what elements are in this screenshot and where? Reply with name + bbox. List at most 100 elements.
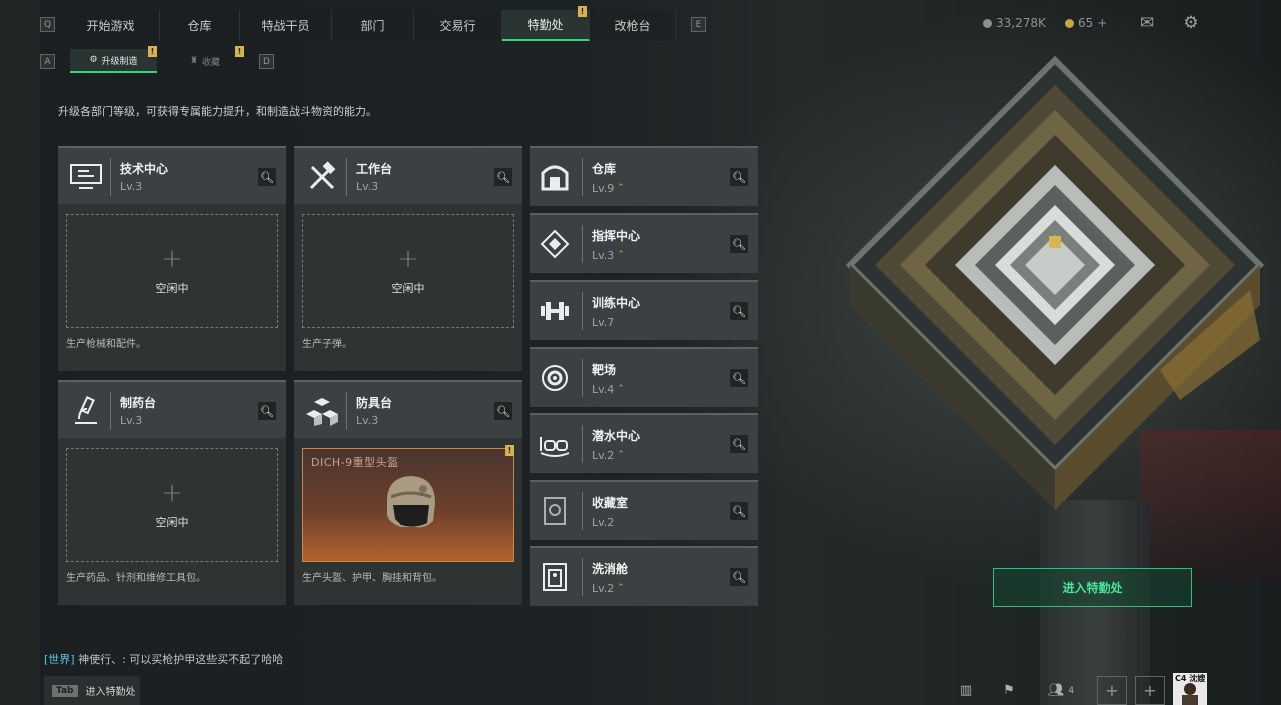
chat-text: 神使行、: 可以买枪护甲这些买不起了哈哈 xyxy=(78,653,284,666)
tech-center-icon xyxy=(67,159,105,195)
add-icon: + xyxy=(161,244,183,274)
next-subtab-key-hint[interactable]: D xyxy=(259,54,274,69)
divider xyxy=(110,158,111,196)
command-center-icon xyxy=(537,225,573,263)
stats-chart-icon[interactable]: ▥ xyxy=(955,676,977,705)
next-tab-key-hint[interactable]: E xyxy=(691,17,706,32)
tab-label: 开始游戏 xyxy=(86,19,135,33)
tab-start-game[interactable]: 开始游戏 xyxy=(62,10,160,41)
production-slot[interactable]: + 空闲中 xyxy=(66,214,278,328)
tab-shortcut-label: 进入特勤处 xyxy=(85,687,136,698)
facility-row-decontamination[interactable]: 洗消舱 Lv.2 ⌃ 🔍︎ xyxy=(530,546,758,606)
facility-card-pharmacy[interactable]: 制药台 Lv.3 🔍︎ + 空闲中 生产药品、针剂和维修工具包。 xyxy=(58,380,286,605)
facility-card-armor-bench[interactable]: 防具台 Lv.3 🔍︎ DICH-9重型头盔 ! 生产头盔、护甲、胸挂和背包。 xyxy=(294,380,522,605)
pharmacy-icon xyxy=(67,393,105,429)
facility-card-header: 防具台 Lv.3 🔍︎ xyxy=(294,380,522,438)
divider xyxy=(582,359,583,397)
facility-level: Lv.4 ⌃ xyxy=(592,383,625,396)
search-icon[interactable]: 🔍︎ xyxy=(494,168,512,186)
add-icon: + xyxy=(161,478,183,508)
party-members-button[interactable]: 👥︎ 4 xyxy=(1044,676,1078,705)
facility-row-training-center[interactable]: 训练中心 Lv.7 🔍︎ xyxy=(530,280,758,340)
subtab-upgrade-craft[interactable]: ⚙ 升级制造 ! xyxy=(70,46,157,73)
alert-badge: ! xyxy=(505,445,514,456)
tab-trading[interactable]: 交易行 xyxy=(414,10,502,41)
facility-row-warehouse[interactable]: 仓库 Lv.9 ⌃ 🔍︎ xyxy=(530,146,758,206)
search-icon[interactable]: 🔍︎ xyxy=(730,435,748,453)
facility-row-shooting-range[interactable]: 靶场 Lv.4 ⌃ 🔍︎ xyxy=(530,347,758,407)
facility-name: 防具台 xyxy=(356,396,393,410)
add-premium-button[interactable]: + xyxy=(1097,16,1107,30)
subtab-collection[interactable]: ♜ 收藏 ! xyxy=(165,46,245,73)
people-icon: 👥︎ xyxy=(1047,683,1065,698)
heavy-helmet-image xyxy=(387,476,435,528)
divider xyxy=(582,492,583,530)
divider xyxy=(582,425,583,463)
production-slot-in-progress[interactable]: DICH-9重型头盔 ! xyxy=(302,445,514,562)
tab-gunsmith[interactable]: 改枪台 xyxy=(590,10,676,41)
search-icon[interactable]: 🔍︎ xyxy=(258,402,276,420)
tab-label: 特勤处 xyxy=(527,18,564,32)
prev-subtab-key-hint[interactable]: A xyxy=(40,54,55,69)
facility-name: 洗消舱 xyxy=(592,562,629,576)
enter-special-ops-button[interactable]: 进入特勤处 xyxy=(993,568,1192,607)
facility-row-diving-center[interactable]: 潜水中心 Lv.2 ⌃ 🔍︎ xyxy=(530,413,758,473)
search-icon[interactable]: 🔍︎ xyxy=(730,302,748,320)
tab-special-ops[interactable]: 特勤处 ! xyxy=(502,6,590,41)
world-chat-message[interactable]: [世界] 神使行、: 可以买枪护甲这些买不起了哈哈 xyxy=(44,651,283,667)
search-icon[interactable]: 🔍︎ xyxy=(730,502,748,520)
facility-level: Lv.2 ⌃ xyxy=(592,582,625,595)
settings-gear-icon[interactable]: ⚙ xyxy=(1180,12,1202,34)
divider xyxy=(110,392,111,430)
premium-currency-display[interactable]: 65 + xyxy=(1065,16,1107,30)
currency-display: 33,278K xyxy=(983,16,1046,30)
slot-status: 空闲中 xyxy=(391,282,425,295)
invite-slot-button[interactable]: + xyxy=(1135,676,1165,705)
mail-icon[interactable]: ✉ xyxy=(1136,12,1158,34)
facility-card-workbench[interactable]: 工作台 Lv.3 🔍︎ + 空闲中 生产子弹。 xyxy=(294,146,522,371)
facility-name: 收藏室 xyxy=(592,496,629,510)
facility-description: 生产子弹。 xyxy=(302,339,352,350)
warehouse-icon xyxy=(537,158,573,196)
special-ops-cube-artwork xyxy=(845,55,1265,510)
coin-icon xyxy=(983,18,992,28)
production-slot[interactable]: + 空闲中 xyxy=(66,448,278,562)
search-icon[interactable]: 🔍︎ xyxy=(730,369,748,387)
workbench-icon xyxy=(303,159,341,195)
prev-tab-key-hint[interactable]: Q xyxy=(40,17,55,32)
upgrade-available-icon: ⌃ xyxy=(617,183,625,193)
upgrade-available-icon: ⌃ xyxy=(617,250,625,260)
facility-name: 训练中心 xyxy=(592,296,641,310)
trophy-icon: ♜ xyxy=(189,56,199,66)
search-icon[interactable]: 🔍︎ xyxy=(730,235,748,253)
search-icon[interactable]: 🔍︎ xyxy=(494,402,512,420)
divider xyxy=(346,392,347,430)
search-icon[interactable]: 🔍︎ xyxy=(730,168,748,186)
tab-shortcut-button[interactable]: Tab 进入特勤处 xyxy=(44,676,140,705)
player-avatar[interactable]: C4 沈嫂 xyxy=(1173,673,1207,705)
search-icon[interactable]: 🔍︎ xyxy=(730,568,748,586)
level-text: Lv.2 xyxy=(592,449,615,462)
slot-status: 空闲中 xyxy=(155,282,189,295)
flag-icon[interactable]: ⚑ xyxy=(998,676,1020,705)
tab-warehouse[interactable]: 仓库 xyxy=(160,10,240,41)
facility-row-collection-room[interactable]: 收藏室 Lv.2 🔍︎ xyxy=(530,480,758,540)
facility-level: Lv.3 ⌃ xyxy=(592,249,625,262)
top-navigation-bar: Q 开始游戏 仓库 特战干员 部门 交易行 特勤处 ! 改枪台 E 33,278… xyxy=(0,0,1281,48)
facility-level: Lv.2 xyxy=(592,516,614,529)
divider xyxy=(582,292,583,330)
production-slot[interactable]: + 空闲中 xyxy=(302,214,514,328)
page-description: 升级各部门等级，可获得专属能力提升，和制造战斗物资的能力。 xyxy=(58,105,377,118)
diving-center-icon xyxy=(537,425,573,463)
facility-row-command-center[interactable]: 指挥中心 Lv.3 ⌃ 🔍︎ xyxy=(530,213,758,273)
tab-departments[interactable]: 部门 xyxy=(332,10,414,41)
invite-slot-button[interactable]: + xyxy=(1097,676,1127,705)
facility-card-tech-center[interactable]: 技术中心 Lv.3 🔍︎ + 空闲中 生产枪械和配件。 xyxy=(58,146,286,371)
tab-operators[interactable]: 特战干员 xyxy=(240,10,332,41)
facility-description: 生产头盔、护甲、胸挂和背包。 xyxy=(302,573,442,584)
facility-card-header: 技术中心 Lv.3 🔍︎ xyxy=(58,146,286,204)
craft-icon: ⚙ xyxy=(89,55,98,65)
facility-card-header: 制药台 Lv.3 🔍︎ xyxy=(58,380,286,438)
search-icon[interactable]: 🔍︎ xyxy=(258,168,276,186)
subtab-label: 升级制造 xyxy=(101,56,138,67)
